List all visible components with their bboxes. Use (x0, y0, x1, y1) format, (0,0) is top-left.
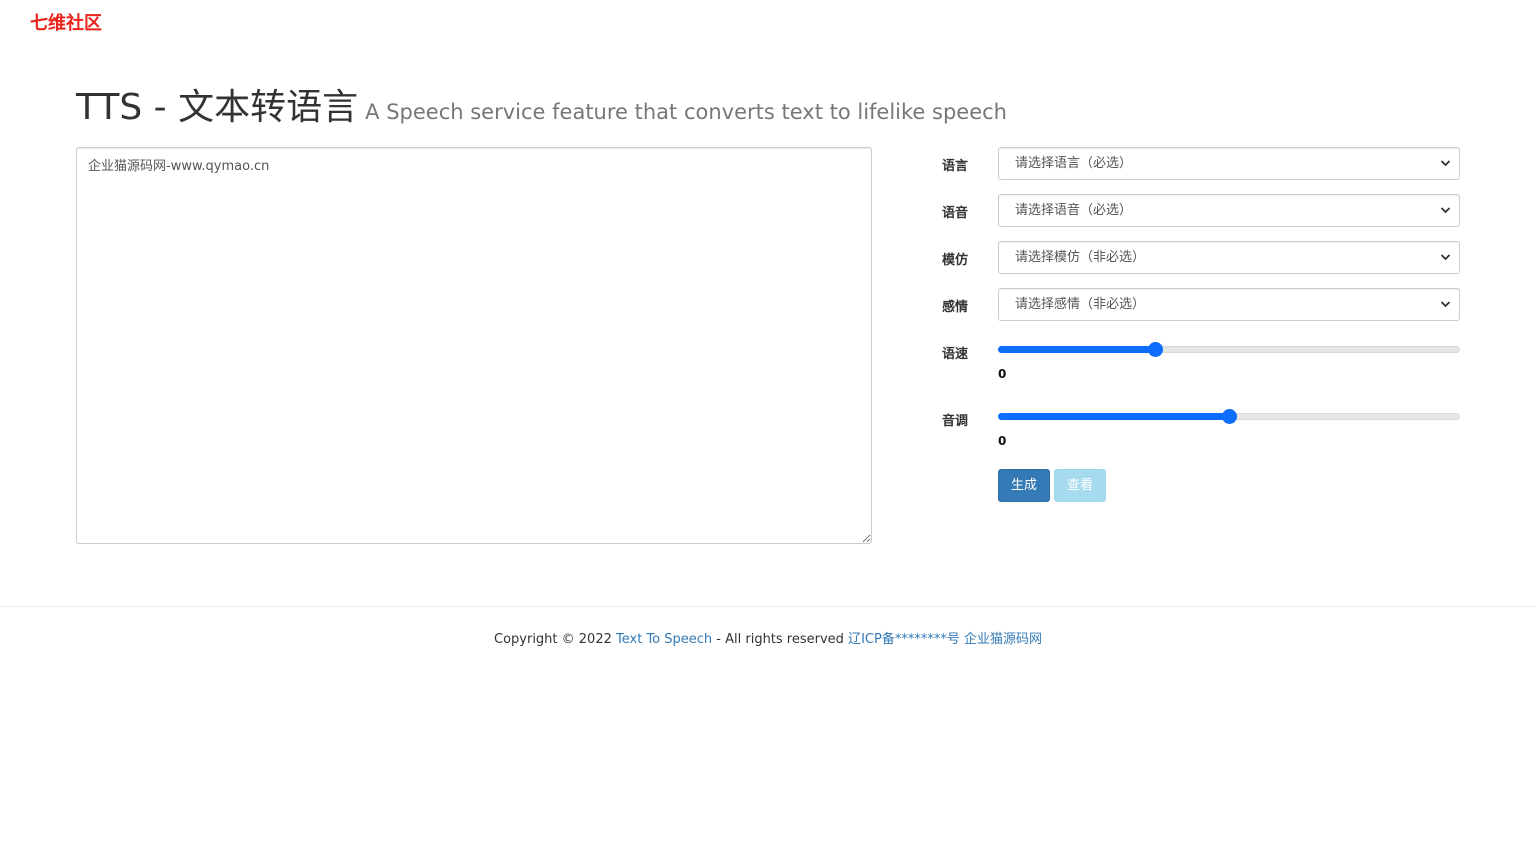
chevron-down-icon (1440, 242, 1451, 285)
language-row: 语言 请选择语言（必选） (942, 147, 1460, 180)
pitch-slider-fill (998, 413, 1229, 420)
footer-link-site[interactable]: 企业猫源码网 (964, 632, 1042, 647)
speed-row: 语速 0 (942, 342, 1460, 382)
mimic-select-value: 请选择模仿（非必选） (1015, 250, 1146, 265)
pitch-slider-thumb[interactable] (1222, 409, 1237, 424)
chevron-down-icon (1440, 289, 1451, 332)
voice-row: 语音 请选择语音（必选） (942, 194, 1460, 227)
footer-divider (0, 606, 1536, 607)
site-logo[interactable]: 七维社区 (30, 9, 102, 35)
speed-slider-thumb[interactable] (1148, 342, 1163, 357)
pitch-label: 音调 (942, 414, 969, 429)
page-subtitle: A Speech service feature that converts t… (365, 100, 1007, 124)
footer-link-icp[interactable]: 辽ICP备********号 (848, 632, 960, 647)
pitch-slider[interactable] (998, 409, 1460, 424)
page-title: TTS - 文本转语言 (76, 87, 359, 128)
mimic-label: 模仿 (942, 253, 969, 268)
text-input-wrapper (76, 147, 872, 544)
emotion-row: 感情 请选择感情（非必选） (942, 288, 1460, 321)
page-header: TTS - 文本转语言 A Speech service feature tha… (76, 78, 1007, 130)
speed-label: 语速 (942, 347, 969, 362)
voice-select[interactable]: 请选择语音（必选） (998, 194, 1460, 227)
footer-copyright: Copyright © 2022 (494, 632, 617, 647)
emotion-select-value: 请选择感情（非必选） (1015, 297, 1146, 312)
mimic-select[interactable]: 请选择模仿（非必选） (998, 241, 1460, 274)
mimic-row: 模仿 请选择模仿（非必选） (942, 241, 1460, 274)
emotion-select[interactable]: 请选择感情（非必选） (998, 288, 1460, 321)
voice-label: 语音 (942, 206, 969, 221)
text-input[interactable] (76, 147, 872, 544)
voice-select-value: 请选择语音（必选） (1015, 203, 1133, 218)
speed-slider-fill (998, 346, 1155, 353)
speed-slider[interactable] (998, 342, 1460, 357)
pitch-value: 0 (998, 434, 1007, 448)
footer: Copyright © 2022 Text To Speech - All ri… (0, 628, 1536, 647)
speed-value: 0 (998, 367, 1007, 381)
language-label: 语言 (942, 159, 969, 174)
footer-rights: - All rights reserved (712, 632, 849, 647)
language-select-value: 请选择语言（必选） (1015, 156, 1133, 171)
chevron-down-icon (1440, 148, 1451, 191)
footer-link-tts[interactable]: Text To Speech (616, 632, 712, 647)
emotion-label: 感情 (942, 300, 969, 315)
generate-button[interactable]: 生成 (998, 469, 1050, 502)
pitch-row: 音调 0 (942, 409, 1460, 449)
chevron-down-icon (1440, 195, 1451, 238)
view-button[interactable]: 查看 (1054, 469, 1106, 502)
language-select[interactable]: 请选择语言（必选） (998, 147, 1460, 180)
